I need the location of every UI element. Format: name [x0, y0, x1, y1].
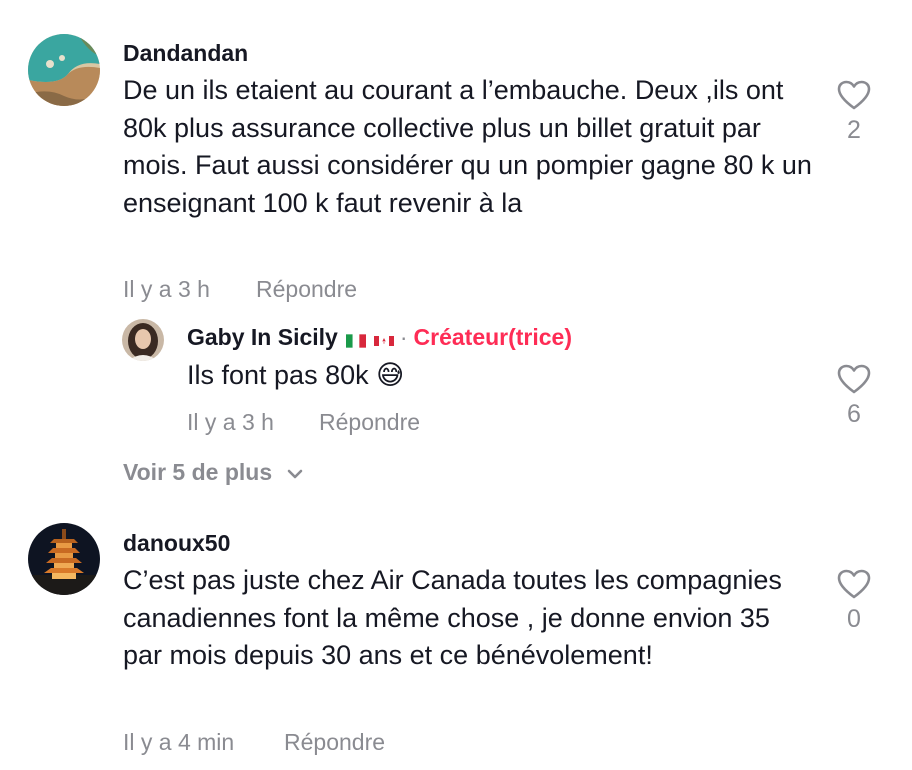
heart-icon — [837, 364, 871, 394]
like-button[interactable]: 2 — [834, 80, 874, 145]
reply-header: Gaby In Sicily · Créateur(trice) — [187, 324, 572, 351]
heart-icon — [837, 569, 871, 599]
beach-photo-icon — [28, 34, 100, 106]
italy-flag-icon — [345, 334, 366, 348]
like-count: 6 — [847, 400, 861, 428]
creator-badge: Créateur(trice) — [413, 324, 573, 350]
reply-timestamp: Il y a 3 h — [187, 409, 274, 435]
canada-flag-icon — [373, 334, 394, 348]
reply-button[interactable]: Répondre — [319, 409, 420, 436]
like-button[interactable]: 6 — [834, 364, 874, 429]
like-button[interactable]: 0 — [834, 569, 874, 634]
reply-text: Ils font pas 80k — [187, 360, 369, 390]
view-more-label: Voir 5 de plus — [123, 459, 273, 485]
grinning-sweat-emoji: 😅 — [376, 360, 405, 390]
avatar[interactable] — [28, 34, 100, 106]
reply-text-row: Ils font pas 80k 😅 — [187, 357, 404, 395]
comment-timestamp: Il y a 3 h — [123, 276, 210, 302]
reply-button[interactable]: Répondre — [284, 729, 385, 756]
comment-text: De un ils etaient au courant a l’embauch… — [123, 75, 812, 218]
like-count: 0 — [847, 605, 861, 633]
avatar[interactable] — [28, 523, 100, 595]
avatar[interactable] — [122, 319, 164, 361]
chevron-down-icon — [287, 469, 302, 479]
comment-username[interactable]: Dandandan — [123, 40, 248, 67]
reply-button[interactable]: Répondre — [256, 276, 357, 303]
heart-icon — [837, 80, 871, 110]
pagoda-night-photo-icon — [28, 523, 100, 595]
reply-username[interactable]: Gaby In Sicily — [187, 324, 338, 350]
woman-portrait-icon — [122, 319, 164, 361]
comment-text: C’est pas juste chez Air Canada toutes l… — [123, 565, 782, 670]
like-count: 2 — [847, 116, 861, 144]
view-more-replies-button[interactable]: Voir 5 de plus — [123, 459, 303, 486]
comment-timestamp: Il y a 4 min — [123, 729, 235, 755]
separator-dot: · — [399, 324, 408, 350]
comment-username[interactable]: danoux50 — [123, 530, 230, 557]
